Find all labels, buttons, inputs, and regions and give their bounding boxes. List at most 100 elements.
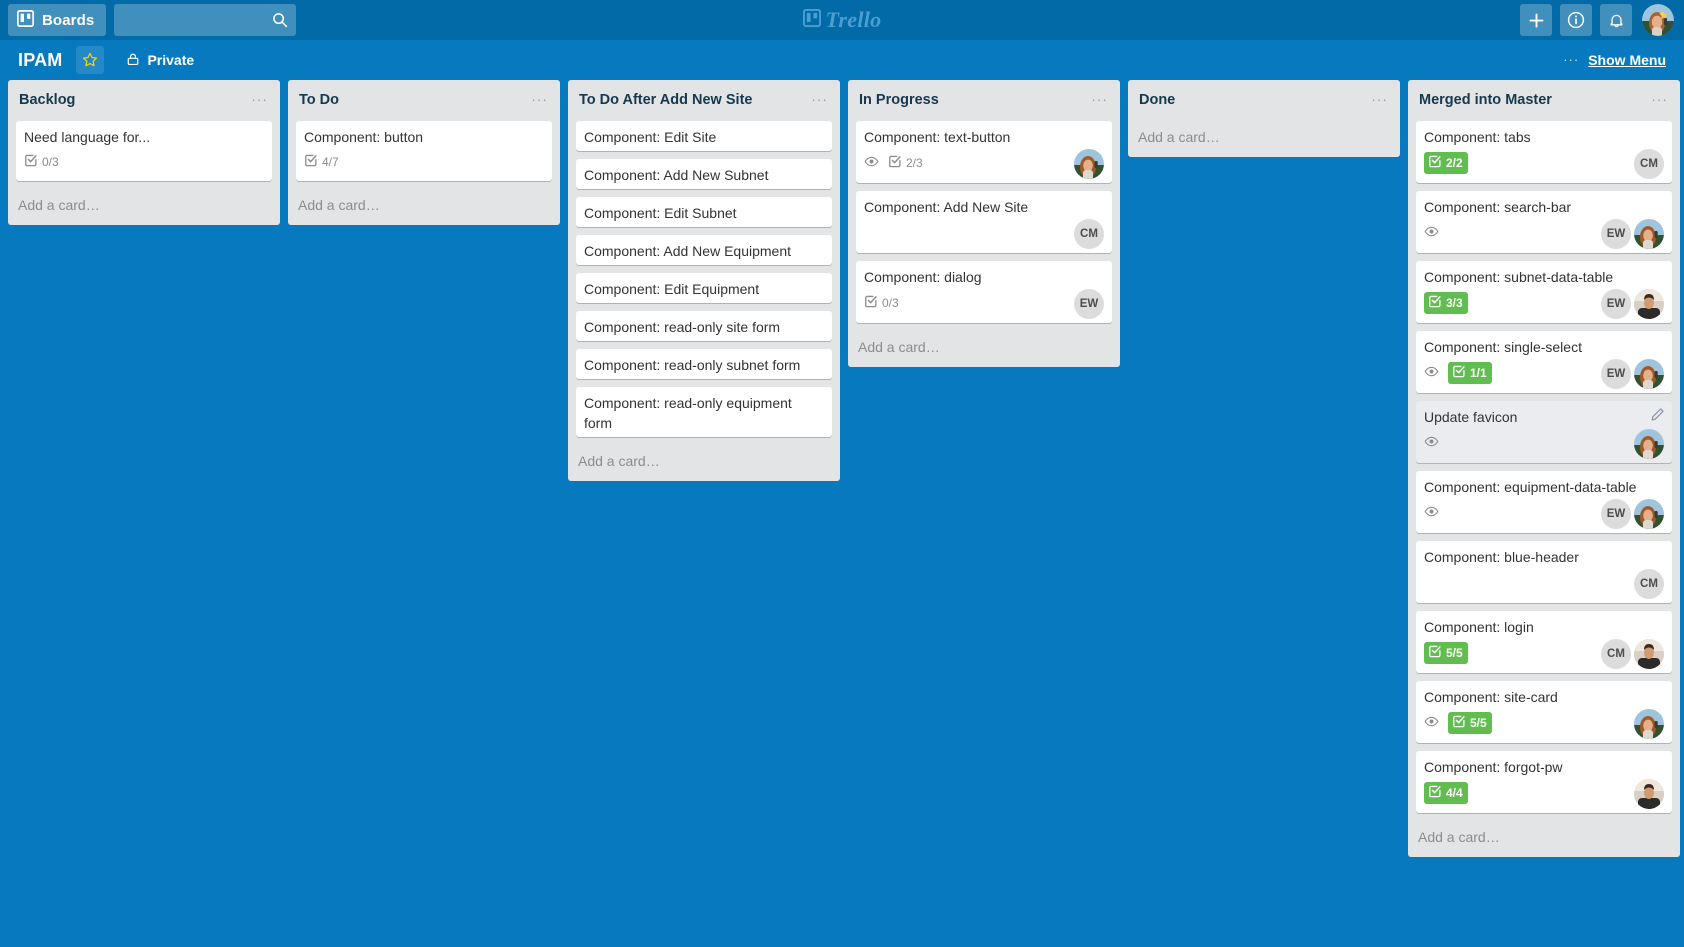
list-title[interactable]: To Do After Add New Site [579,90,807,110]
list-title[interactable]: Done [1139,90,1367,110]
edit-pencil-icon[interactable] [1650,407,1666,423]
card[interactable]: Component: Edit Equipment [576,273,832,303]
card-badges [1424,583,1634,585]
star-icon[interactable] [76,46,105,74]
card-title: Component: Add New Subnet [584,167,769,183]
card[interactable]: Component: text-button 2/3 [856,121,1112,183]
list-title[interactable]: Backlog [19,90,247,110]
card[interactable]: Component: forgot-pw 4/4 [1416,751,1672,813]
avatar[interactable]: EW [1601,219,1631,249]
card-title: Update favicon [1424,409,1518,425]
list-menu-button[interactable]: ··· [527,90,552,113]
avatar[interactable] [1634,219,1664,249]
show-menu-link[interactable]: Show Menu [1588,52,1666,68]
list-title[interactable]: Merged into Master [1419,90,1647,110]
watch-badge [864,155,879,171]
avatar[interactable] [1074,149,1104,179]
watch-eye-icon [1424,715,1439,731]
list-menu-button[interactable]: ··· [807,90,832,113]
card-title: Component: button [304,129,424,145]
board-visibility-button[interactable]: Private [118,47,202,74]
notifications-bell-icon[interactable] [1600,4,1632,36]
card[interactable]: Component: search-bar EW [1416,191,1672,253]
avatar[interactable]: EW [1074,289,1104,319]
board-menu-dots[interactable]: ··· [1563,53,1579,66]
card[interactable]: Component: Add New Equipment [576,235,832,265]
list-menu-button[interactable]: ··· [1367,90,1392,113]
avatar[interactable]: CM [1634,569,1664,599]
avatar[interactable] [1634,289,1664,319]
avatar-initials: CM [1640,158,1658,170]
list-menu-button[interactable]: ··· [247,90,272,113]
card[interactable]: Need language for... 0/3 [16,121,272,181]
avatar[interactable] [1634,359,1664,389]
search-icon[interactable] [268,8,292,32]
list-header: Backlog ··· [8,80,280,121]
card-badges: 2/3 [864,154,1074,174]
card[interactable]: Component: subnet-data-table 3/3 EW [1416,261,1672,323]
add-card-button[interactable]: Add a card… [1128,121,1400,157]
list-header: Merged into Master ··· [1408,80,1680,121]
card-members: CM [1074,219,1104,249]
add-card-button[interactable]: Add a card… [1408,821,1680,857]
card-footer: 4/7 [304,149,544,177]
checklist-badge-text: 5/5 [1446,646,1463,660]
card-badges: 0/3 [864,294,1074,314]
board-title[interactable]: IPAM [12,46,68,75]
add-button[interactable] [1520,4,1552,36]
boards-button[interactable]: Boards [8,4,107,36]
card-footer: 4/4 [1424,779,1664,809]
add-card-button[interactable]: Add a card… [8,189,280,225]
avatar[interactable] [1634,779,1664,809]
card[interactable]: Component: blue-header CM [1416,541,1672,603]
card[interactable]: Component: tabs 2/2 CM [1416,121,1672,183]
add-card-button[interactable]: Add a card… [288,189,560,225]
card[interactable]: Component: Add New Site CM [856,191,1112,253]
card[interactable]: Component: Edit Site [576,121,832,151]
card[interactable]: Component: dialog 0/3 EW [856,261,1112,323]
board-canvas[interactable]: Backlog ··· Need language for... 0/3 Add a c… [0,80,1684,947]
card[interactable]: Component: Edit Subnet [576,197,832,227]
avatar[interactable]: CM [1074,219,1104,249]
avatar[interactable]: CM [1601,639,1631,669]
avatar[interactable] [1634,639,1664,669]
card[interactable]: Component: read-only subnet form [576,349,832,379]
avatar[interactable] [1634,499,1664,529]
avatar[interactable]: EW [1601,359,1631,389]
card[interactable]: Component: equipment-data-table EW [1416,471,1672,533]
avatar[interactable]: EW [1601,499,1631,529]
card[interactable]: Component: site-card 5/5 [1416,681,1672,743]
avatar[interactable] [1634,709,1664,739]
card-members [1634,779,1664,809]
user-avatar[interactable] [1642,4,1674,36]
search-container [114,4,297,36]
info-button[interactable] [1560,4,1592,36]
card[interactable]: Component: single-select 1/1 EW [1416,331,1672,393]
avatar[interactable]: CM [1634,149,1664,179]
list-menu-button[interactable]: ··· [1647,90,1672,113]
card-footer: EW [1424,219,1664,249]
card[interactable]: Component: read-only equipment form [576,387,832,437]
watch-eye-icon [1424,225,1439,241]
checklist-icon [1452,714,1466,732]
card[interactable]: Component: Add New Subnet [576,159,832,189]
card-members [1074,149,1104,179]
card[interactable]: Component: read-only site form [576,311,832,341]
avatar[interactable] [1634,429,1664,459]
card[interactable]: Component: button 4/7 [296,121,552,181]
card-title: Component: Edit Equipment [584,281,760,297]
list-title[interactable]: In Progress [859,90,1087,110]
card[interactable]: Component: login 5/5 CM [1416,611,1672,673]
list-title[interactable]: To Do [299,90,527,110]
card-members [1634,429,1664,459]
checklist-icon [888,154,902,172]
card[interactable]: Update favicon [1416,401,1672,463]
card-footer: 0/3 EW [864,289,1104,319]
add-card-button[interactable]: Add a card… [568,445,840,481]
avatar-initials: CM [1607,648,1625,660]
avatar[interactable]: EW [1601,289,1631,319]
add-card-button[interactable]: Add a card… [848,331,1120,367]
card-title: Component: Edit Site [584,129,717,145]
trello-logo[interactable]: Trello [772,7,912,33]
list-menu-button[interactable]: ··· [1087,90,1112,113]
